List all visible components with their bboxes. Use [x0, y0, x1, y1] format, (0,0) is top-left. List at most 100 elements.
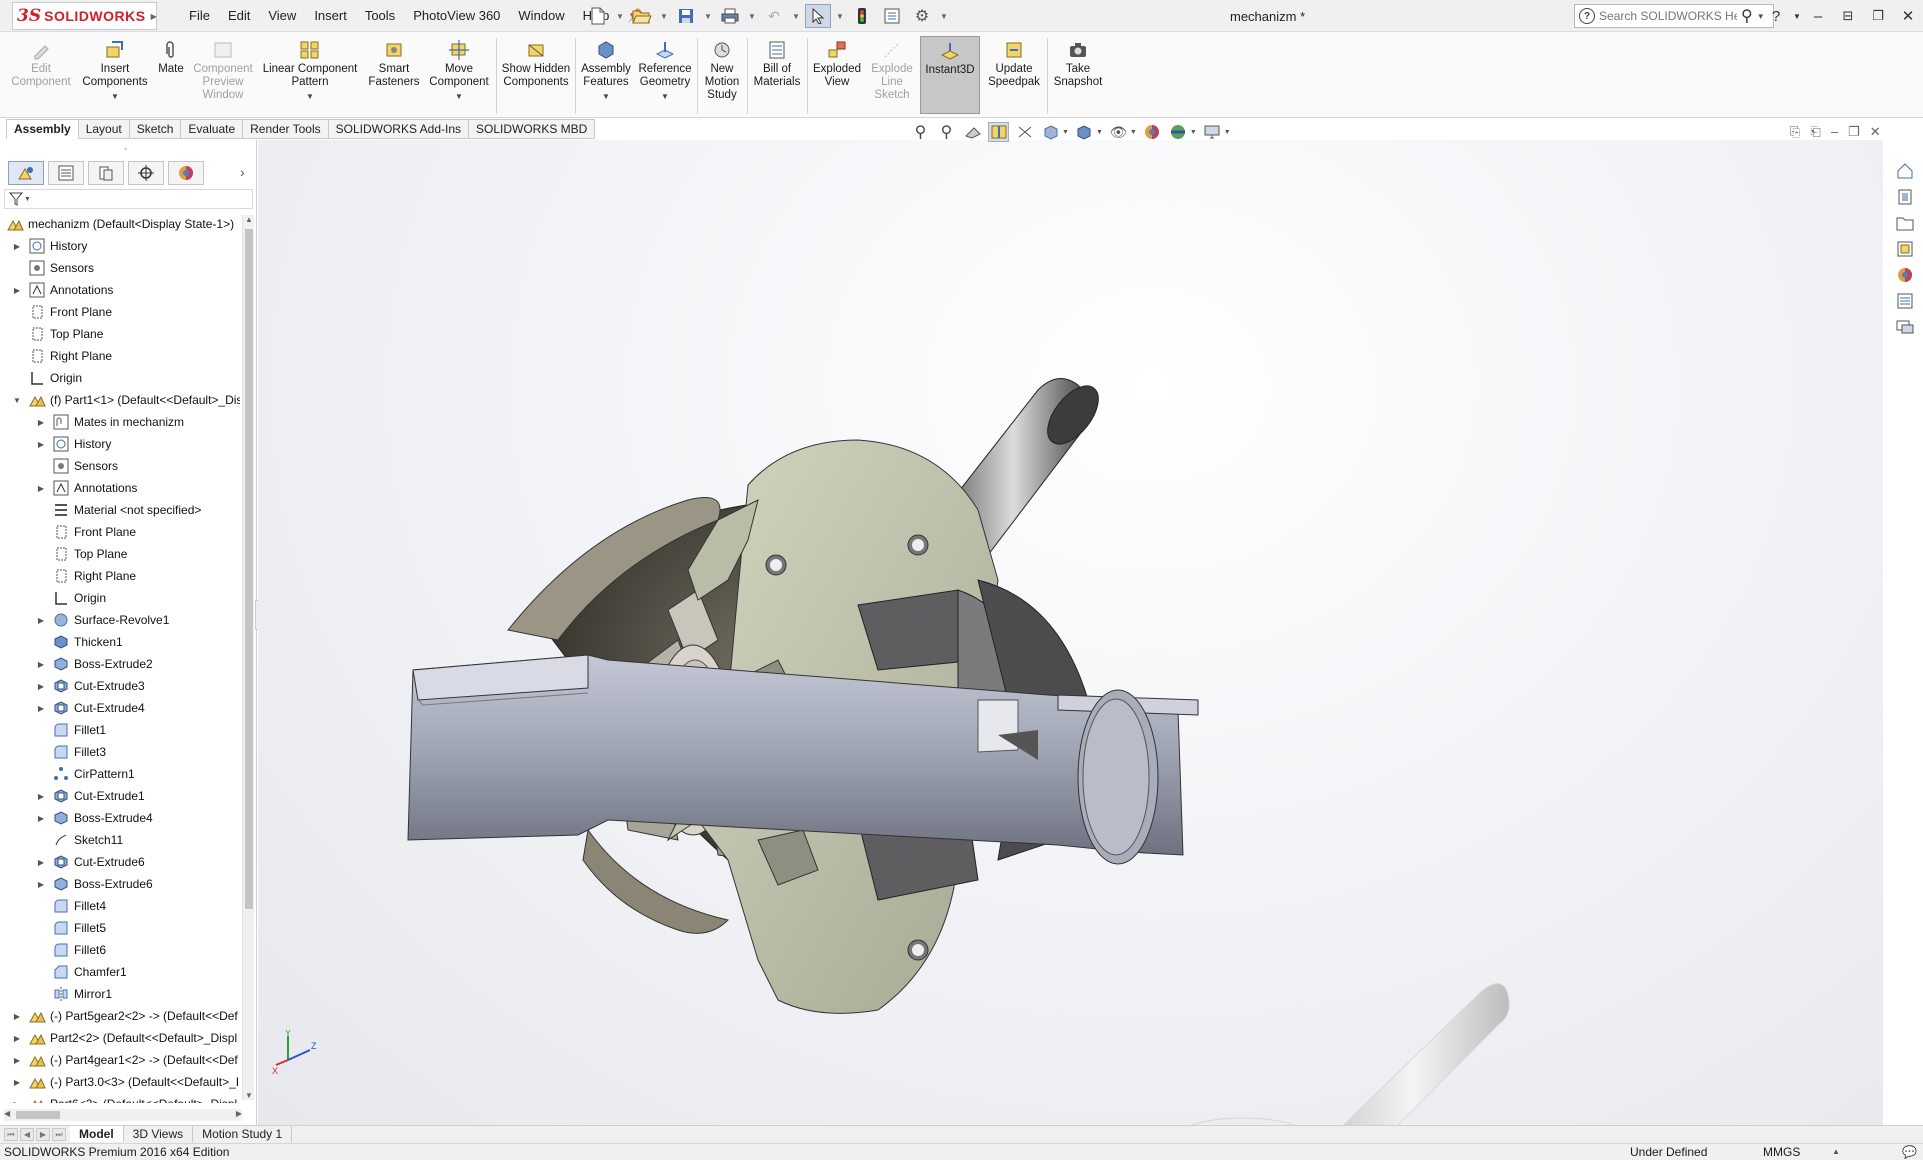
solidworks-logo[interactable]: 3S SOLIDWORKS ▶: [12, 2, 157, 30]
tab-configuration-manager[interactable]: [88, 161, 124, 185]
tree-item[interactable]: ▶ Annotations: [0, 279, 240, 301]
unit-system[interactable]: MMGS: [1763, 1145, 1800, 1159]
tab-display-manager[interactable]: [168, 161, 204, 185]
show-hidden-button[interactable]: Show Hidden Components: [500, 40, 572, 89]
move-component-dropdown-icon[interactable]: ▼: [455, 90, 463, 103]
print-dropdown[interactable]: ▼: [747, 4, 757, 28]
view-settings-button[interactable]: [1202, 122, 1223, 142]
scroll-left-icon[interactable]: ◀: [4, 1109, 10, 1118]
tab-property-manager[interactable]: [48, 161, 84, 185]
update-speedpak-button[interactable]: Update Speedpak: [984, 40, 1044, 89]
tab-layout[interactable]: Layout: [78, 119, 130, 139]
expand-icon[interactable]: ▶: [12, 1034, 22, 1043]
zoom-to-fit-button[interactable]: ⚲: [910, 122, 931, 142]
tree-item[interactable]: Sensors: [0, 455, 240, 477]
forum-tab[interactable]: [1893, 316, 1917, 338]
reference-geometry-dropdown-icon[interactable]: ▼: [661, 90, 669, 103]
dynamic-annotation-button[interactable]: [1014, 122, 1035, 142]
menu-view[interactable]: View: [259, 8, 305, 24]
scrollbar-thumb[interactable]: [16, 1111, 60, 1119]
last-tab-icon[interactable]: ⏭: [52, 1128, 66, 1141]
assembly-features-button[interactable]: Assembly Features ▼: [578, 40, 634, 103]
viewport-expand-icon[interactable]: ⎘: [1790, 124, 1800, 140]
tree-item[interactable]: Sketch11: [0, 829, 240, 851]
expand-icon[interactable]: ▶: [36, 440, 46, 449]
tree-item[interactable]: Right Plane: [0, 345, 240, 367]
tree-item[interactable]: Fillet3: [0, 741, 240, 763]
expand-icon[interactable]: ▶: [36, 682, 46, 691]
tree-item[interactable]: ▶ Part6<2> (Default<<Default>_Displ: [0, 1093, 240, 1103]
insert-components-dropdown-icon[interactable]: ▼: [111, 90, 119, 103]
tab-3d-views[interactable]: 3D Views: [124, 1126, 194, 1142]
display-style-dropdown-icon[interactable]: ▼: [1096, 129, 1103, 136]
tree-item[interactable]: Front Plane: [0, 521, 240, 543]
expand-icon[interactable]: ▶: [36, 484, 46, 493]
search-icon[interactable]: ⚲: [1741, 6, 1753, 26]
rebuild-button[interactable]: [849, 4, 875, 28]
appearances-tab[interactable]: [1893, 264, 1917, 286]
tree-horizontal-scrollbar[interactable]: ◀ ▶: [4, 1109, 242, 1121]
next-tab-icon[interactable]: ▶: [36, 1128, 50, 1141]
tree-item[interactable]: ▶ Surface-Revolve1: [0, 609, 240, 631]
select-dropdown[interactable]: ▼: [835, 4, 845, 28]
options-dropdown[interactable]: ▼: [939, 4, 949, 28]
exploded-view-button[interactable]: Exploded View: [812, 40, 862, 89]
menu-window[interactable]: Window: [509, 8, 573, 24]
tree-item[interactable]: ▶ (-) Part5gear2<2> -> (Default<<Def: [0, 1005, 240, 1027]
restore-icon[interactable]: ❐: [1863, 8, 1893, 24]
tree-item[interactable]: Thicken1: [0, 631, 240, 653]
save-button[interactable]: [673, 4, 699, 28]
hide-show-items-button[interactable]: 👁: [1108, 122, 1129, 142]
view-orientation-button[interactable]: [1040, 122, 1061, 142]
tree-item[interactable]: Mirror1: [0, 983, 240, 1005]
tree-item[interactable]: ▶ Mates in mechanizm: [0, 411, 240, 433]
scroll-down-icon[interactable]: ▼: [243, 1091, 255, 1100]
mate-button[interactable]: Mate: [154, 40, 188, 76]
new-document-button[interactable]: [585, 4, 611, 28]
tab-sketch[interactable]: Sketch: [129, 119, 182, 139]
instant3d-button[interactable]: Instant3D: [920, 36, 980, 114]
expand-icon[interactable]: ▶: [12, 1100, 22, 1104]
expand-icon[interactable]: ▶: [36, 616, 46, 625]
tree-item[interactable]: Origin: [0, 367, 240, 389]
tree-item[interactable]: Top Plane: [0, 323, 240, 345]
viewport-restore-icon[interactable]: ❐: [1848, 124, 1860, 140]
viewport-minimize-icon[interactable]: –: [1831, 124, 1838, 140]
scrollbar-thumb[interactable]: [245, 229, 253, 909]
expand-icon[interactable]: ▶: [12, 1078, 22, 1087]
tree-filter[interactable]: ▼: [4, 189, 253, 209]
component-preview-button[interactable]: Component Preview Window: [192, 40, 254, 102]
tree-item[interactable]: ▶ Boss-Extrude2: [0, 653, 240, 675]
open-button[interactable]: [629, 4, 655, 28]
tab-render-tools[interactable]: Render Tools: [243, 119, 329, 139]
display-style-button[interactable]: [1074, 122, 1095, 142]
linear-pattern-dropdown-icon[interactable]: ▼: [306, 90, 314, 103]
options-button[interactable]: ⚙: [909, 4, 935, 28]
expand-icon[interactable]: ▶: [36, 660, 46, 669]
tree-item[interactable]: ▶ (-) Part4gear1<2> -> (Default<<Def: [0, 1049, 240, 1071]
tree-item[interactable]: ▼ (f) Part1<1> (Default<<Default>_Dis: [0, 389, 240, 411]
tree-item[interactable]: Right Plane: [0, 565, 240, 587]
previous-view-button[interactable]: [962, 122, 983, 142]
view-orientation-dropdown-icon[interactable]: ▼: [1062, 129, 1069, 136]
search-help-box[interactable]: ? ⚲ ▼: [1574, 4, 1774, 28]
menu-tools[interactable]: Tools: [356, 8, 404, 24]
linear-pattern-button[interactable]: Linear Component Pattern ▼: [260, 40, 360, 103]
viewport-close-icon[interactable]: ✕: [1870, 124, 1881, 140]
help-icon[interactable]: ?: [1761, 8, 1791, 25]
tree-vertical-scrollbar[interactable]: ▲ ▼: [242, 215, 254, 1100]
tree-item[interactable]: ▶ Boss-Extrude4: [0, 807, 240, 829]
search-input[interactable]: [1599, 9, 1737, 23]
scroll-up-icon[interactable]: ▲: [243, 215, 255, 224]
scene-dropdown-icon[interactable]: ▼: [1190, 129, 1197, 136]
tree-item[interactable]: Sensors: [0, 257, 240, 279]
print-button[interactable]: [717, 4, 743, 28]
tree-item[interactable]: Chamfer1: [0, 961, 240, 983]
expand-icon[interactable]: ▶: [12, 1012, 22, 1021]
scroll-right-icon[interactable]: ▶: [236, 1109, 242, 1118]
close-icon[interactable]: ✕: [1893, 7, 1923, 25]
help-dropdown-icon[interactable]: ▼: [1791, 12, 1803, 21]
graphics-area[interactable]: Y Z X: [258, 140, 1883, 1125]
undo-dropdown[interactable]: ▼: [791, 4, 801, 28]
tree-item[interactable]: mechanizm (Default<Display State-1>): [0, 213, 240, 235]
